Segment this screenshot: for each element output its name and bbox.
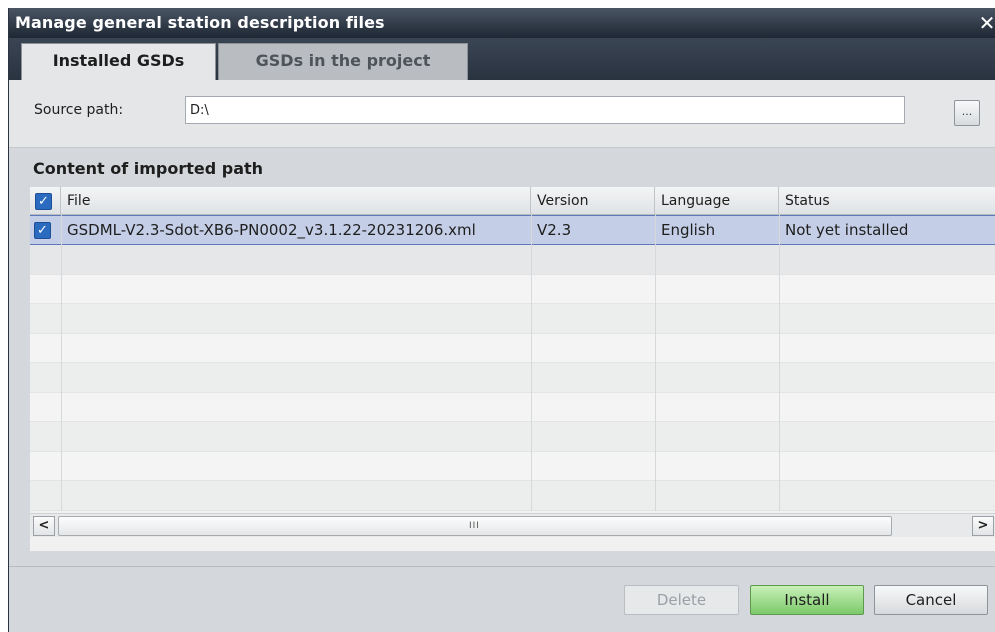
select-all-checkbox[interactable]: ✓ — [35, 192, 52, 210]
table-body: ✓ GSDML-V2.3-Sdot-XB6-PN0002_v3.1.22-202… — [30, 215, 995, 511]
cancel-button[interactable]: Cancel — [874, 585, 988, 615]
source-path-area: Source path: D:\ ... — [9, 80, 995, 147]
row-checkbox[interactable]: ✓ — [34, 222, 51, 239]
row-checkbox-cell: ✓ — [30, 216, 61, 245]
tab-strip: Installed GSDs GSDs in the project — [9, 38, 995, 81]
column-header-status[interactable]: Status — [779, 187, 995, 215]
table-header: ✓ File Version Language Status — [30, 187, 995, 215]
column-divider — [531, 215, 532, 511]
tab-installed-gsds[interactable]: Installed GSDs — [21, 43, 216, 81]
column-divider — [779, 215, 780, 511]
content-area: Content of imported path ✓ File Version … — [9, 147, 995, 632]
scroll-grip-icon: III — [469, 521, 480, 531]
column-header-language[interactable]: Language — [655, 187, 779, 215]
title-bar: Manage general station description files… — [9, 8, 995, 38]
delete-button[interactable]: Delete — [624, 585, 739, 615]
scroll-right-icon[interactable]: > — [972, 516, 994, 536]
footer-divider — [9, 566, 995, 567]
horizontal-scrollbar[interactable]: < III > — [30, 513, 995, 537]
column-divider — [655, 215, 656, 511]
header-checkbox-cell: ✓ — [30, 187, 61, 215]
status-cell: Not yet installed — [785, 221, 909, 239]
empty-row — [30, 422, 995, 452]
column-header-file[interactable]: File — [61, 187, 531, 215]
empty-row — [30, 481, 995, 511]
scroll-thumb[interactable]: III — [58, 516, 892, 536]
source-path-label: Source path: — [34, 102, 124, 118]
section-title: Content of imported path — [33, 159, 264, 178]
browse-button[interactable]: ... — [954, 100, 980, 126]
close-icon[interactable]: ✕ — [978, 9, 995, 37]
table-row[interactable]: ✓ GSDML-V2.3-Sdot-XB6-PN0002_v3.1.22-202… — [30, 215, 995, 245]
gsd-dialog: Manage general station description files… — [8, 8, 995, 632]
empty-row — [30, 451, 995, 481]
column-header-version[interactable]: Version — [531, 187, 655, 215]
tab-gsds-in-project[interactable]: GSDs in the project — [218, 43, 468, 80]
empty-row — [30, 392, 995, 422]
source-path-input[interactable]: D:\ — [185, 96, 905, 124]
dialog-title: Manage general station description files — [15, 13, 385, 32]
empty-row — [30, 245, 995, 275]
file-cell: GSDML-V2.3-Sdot-XB6-PN0002_v3.1.22-20231… — [67, 221, 476, 239]
empty-row — [30, 274, 995, 304]
empty-row — [30, 333, 995, 363]
gsd-table: ✓ File Version Language Status ✓ GSDML-V… — [30, 187, 995, 551]
install-button[interactable]: Install — [750, 585, 864, 615]
scroll-left-icon[interactable]: < — [33, 516, 55, 536]
version-cell: V2.3 — [537, 221, 572, 239]
language-cell: English — [661, 221, 716, 239]
column-divider — [61, 215, 62, 511]
empty-row — [30, 304, 995, 334]
empty-row — [30, 363, 995, 393]
